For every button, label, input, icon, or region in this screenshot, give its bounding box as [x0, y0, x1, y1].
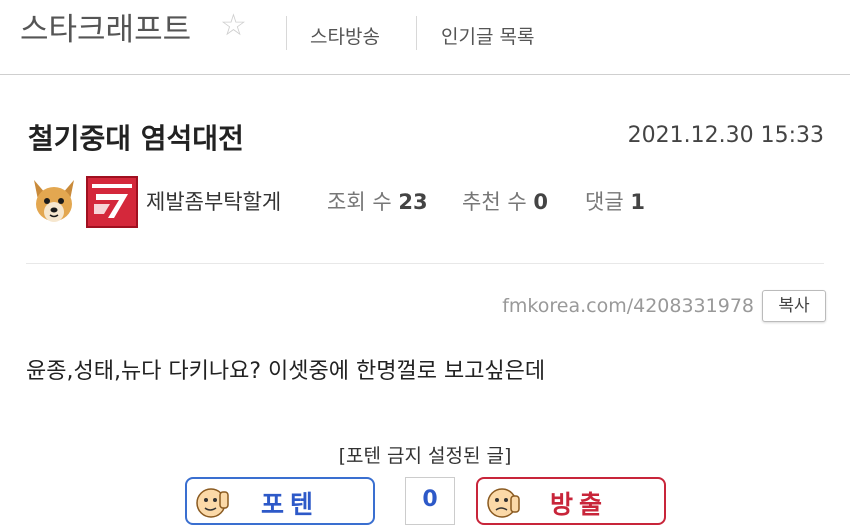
view-count: 조회 수 23: [327, 186, 428, 216]
favorite-star-icon[interactable]: ☆: [220, 8, 247, 43]
board-title[interactable]: 스타크래프트: [20, 4, 191, 49]
view-count-value: 23: [398, 190, 428, 214]
poten-label: 포텐: [261, 490, 320, 519]
dog-avatar-icon[interactable]: [28, 176, 80, 228]
meta-divider: [26, 263, 824, 264]
nav-link-popular[interactable]: 인기글 목록: [441, 22, 534, 49]
recommend-count-value: 0: [533, 190, 548, 214]
author-name[interactable]: 제발좀부탁할게: [146, 186, 281, 216]
team-badge-icon: [86, 176, 138, 228]
recommend-count: 추천 수 0: [462, 186, 548, 216]
thumbs-down-face-icon: [487, 488, 520, 518]
post-url[interactable]: fmkorea.com/4208331978: [502, 295, 754, 317]
header-divider: [416, 16, 417, 50]
post-title: 철기중대 염석대전: [28, 122, 244, 155]
view-count-label: 조회 수: [327, 190, 392, 214]
poten-vote-button[interactable]: 포텐: [185, 477, 375, 525]
comment-count[interactable]: 댓글 1: [585, 186, 645, 216]
comment-count-label: 댓글: [585, 190, 624, 214]
nav-link-starcast[interactable]: 스타방송: [310, 22, 380, 49]
post-content: 윤종,성태,뉴다 다키나요? 이셋중에 한명껄로 보고싶은데: [26, 359, 546, 384]
copy-url-button[interactable]: 복사: [762, 290, 826, 322]
board-header: 스타크래프트 ☆ 스타방송 인기글 목록: [0, 0, 850, 75]
thumbs-up-face-icon: [196, 488, 229, 518]
bangchul-vote-button[interactable]: 방출: [476, 477, 666, 525]
recommend-count-label: 추천 수: [462, 190, 527, 214]
vote-count: 0: [405, 477, 455, 525]
poten-disabled-notice: [포텐 금지 설정된 글]: [338, 445, 512, 467]
post-date: 2021.12.30 15:33: [627, 123, 824, 148]
header-divider: [286, 16, 287, 50]
bangchul-label: 방출: [550, 490, 609, 519]
comment-count-value: 1: [630, 190, 645, 214]
